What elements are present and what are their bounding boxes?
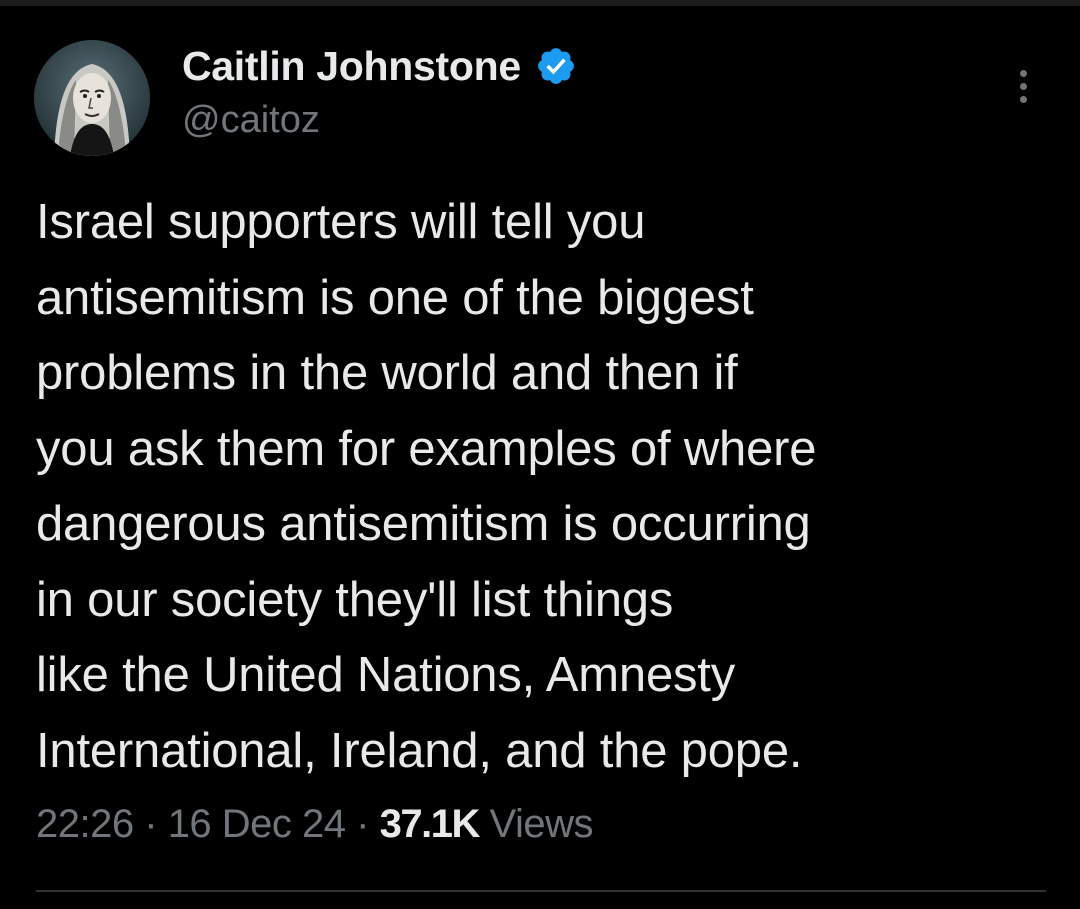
more-options-icon[interactable] <box>1000 62 1046 110</box>
more-dot <box>1019 82 1027 90</box>
meta-separator: · <box>356 802 369 846</box>
verified-badge-icon[interactable] <box>535 45 577 87</box>
tweet-text-line: in our society they'll list things <box>36 572 674 627</box>
views-label: Views <box>489 802 593 846</box>
author-name-row: Caitlin Johnstone <box>182 38 577 94</box>
tweet-date[interactable]: 16 Dec 24 <box>168 802 346 846</box>
tweet-text-line: International, Ireland, and the pope. <box>36 723 803 778</box>
views-count[interactable]: 37.1K <box>380 802 481 846</box>
top-border <box>0 0 1080 6</box>
tweet-time[interactable]: 22:26 <box>36 802 134 846</box>
tweet-meta: 22:26 · 16 Dec 24 · 37.1K Views <box>36 802 593 847</box>
tweet-text-line: problems in the world and then if <box>36 346 738 400</box>
author-display-name[interactable]: Caitlin Johnstone <box>182 43 521 90</box>
tweet-text-line: dangerous antisemitism is occurring <box>36 497 811 551</box>
tweet-text-line: you ask them for examples of where <box>36 421 817 476</box>
divider <box>36 890 1046 892</box>
more-dot <box>1019 69 1027 77</box>
meta-separator: · <box>144 802 158 846</box>
tweet-text: Israel supporters will tell you antisemi… <box>36 185 1046 789</box>
author-handle[interactable]: @caitoz <box>182 99 320 142</box>
avatar[interactable] <box>34 40 150 156</box>
tweet-text-line: antisemitism is one of the biggest <box>36 270 754 325</box>
tweet-text-line: Israel supporters will tell you <box>36 195 646 249</box>
more-dot <box>1019 95 1027 103</box>
tweet-text-line: like the United Nations, Amnesty <box>36 648 736 702</box>
